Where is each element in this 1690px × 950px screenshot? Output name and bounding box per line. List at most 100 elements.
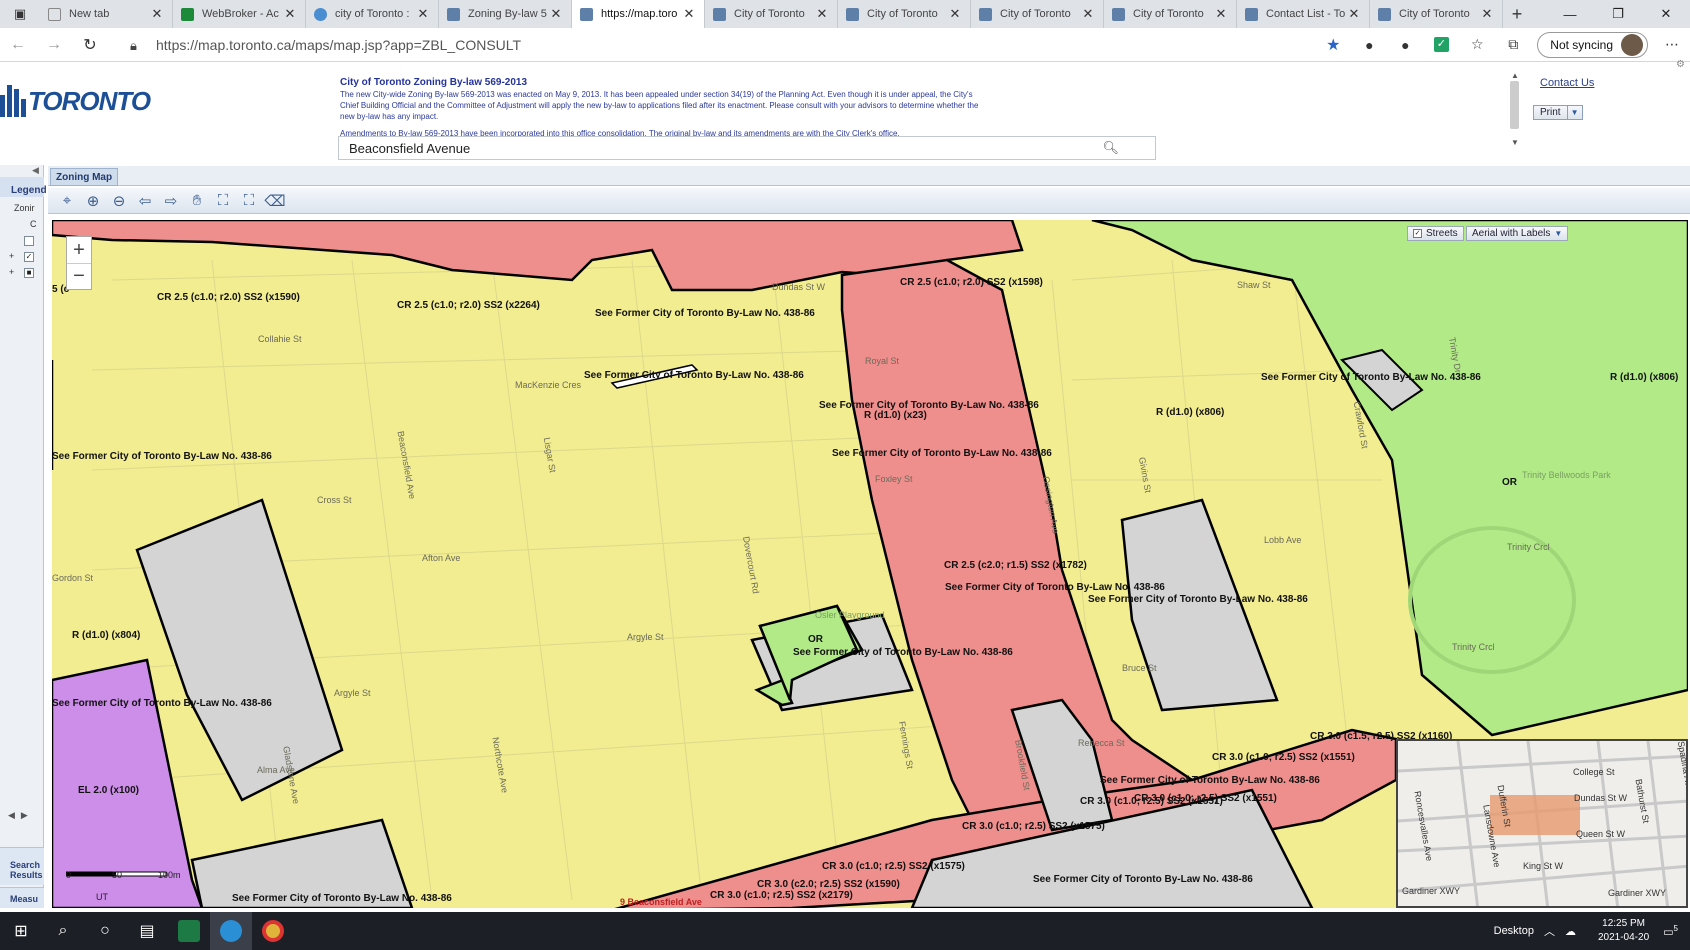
new-tab-button[interactable]: +: [1503, 0, 1531, 28]
notification-icon[interactable]: ▭5: [1663, 924, 1678, 939]
tab-actions-icon[interactable]: ▣: [0, 0, 40, 28]
zoom-full-extent-icon[interactable]: ⌖: [54, 190, 80, 212]
chrome-app-icon[interactable]: [252, 912, 294, 950]
forward-icon[interactable]: →: [36, 30, 72, 60]
expand-icon[interactable]: +: [9, 267, 14, 277]
select-features-icon[interactable]: ⛶: [210, 190, 236, 212]
sidebar-scroll-arrows[interactable]: ◀▶: [8, 810, 34, 821]
overview-map[interactable]: College St Dundas St W Queen St W King S…: [1396, 739, 1688, 908]
zoning-map-canvas[interactable]: 5 (c CR 2.5 (c1.0; r2.0) SS2 (x1590) CR …: [52, 220, 1688, 908]
bylaw-notice: City of Toronto Zoning By-law 569-2013 T…: [340, 77, 980, 139]
legend-tab[interactable]: Legend: [0, 177, 47, 197]
edge-app-icon[interactable]: [210, 912, 252, 950]
minimize-icon[interactable]: —: [1546, 0, 1594, 28]
close-icon[interactable]: ✕: [682, 6, 696, 22]
windows-start-icon[interactable]: ⊞: [0, 912, 42, 950]
search-icon[interactable]: 🔍︎: [1102, 140, 1119, 156]
zone-label: OR: [1502, 477, 1517, 488]
more-menu-icon[interactable]: ⋯: [1654, 31, 1690, 59]
cortana-icon[interactable]: ○: [84, 912, 126, 950]
close-icon[interactable]: ✕: [1347, 6, 1361, 22]
notice-scrollbar[interactable]: ▲ ▼: [1508, 71, 1522, 147]
collapse-sidebar-icon[interactable]: ◀: [32, 165, 39, 176]
restore-icon[interactable]: ❐: [1594, 0, 1642, 28]
browser-tab-city[interactable]: City of Toronto ✕: [971, 0, 1104, 28]
browser-tab-city[interactable]: City of Toronto ✕: [1104, 0, 1237, 28]
onedrive-cloud-icon[interactable]: ☁: [1565, 925, 1576, 938]
browser-tab-search[interactable]: city of Toronto : ✕: [306, 0, 439, 28]
layer-checkbox[interactable]: [24, 236, 34, 246]
toronto-logo[interactable]: TORONTO: [0, 85, 151, 117]
expand-icon[interactable]: +: [9, 251, 14, 261]
zoom-in-icon[interactable]: ⊕: [80, 190, 106, 212]
extension-icon[interactable]: ●: [1387, 31, 1423, 59]
close-icon[interactable]: ✕: [549, 6, 563, 22]
tab-title: New tab: [69, 8, 110, 20]
address-bar[interactable]: 🔒︎ https://map.toronto.ca/maps/map.jsp?a…: [130, 32, 1310, 58]
close-window-icon[interactable]: ✕: [1642, 0, 1690, 28]
browser-tab-city[interactable]: City of Toronto ✕: [838, 0, 971, 28]
aerial-layer-dropdown[interactable]: Aerial with Labels ▼: [1466, 226, 1569, 241]
extension-icon[interactable]: ●: [1351, 31, 1387, 59]
street-label: Dundas St W: [772, 282, 826, 292]
layer-checkbox[interactable]: ✓: [24, 252, 34, 262]
next-extent-icon[interactable]: ⇨: [158, 190, 184, 212]
chevron-down-icon[interactable]: ▼: [1568, 106, 1582, 119]
close-icon[interactable]: ✕: [416, 6, 430, 22]
pan-hand-icon[interactable]: ✋︎: [184, 190, 210, 212]
browser-tab-active-map[interactable]: https://map.toro ✕: [572, 0, 705, 28]
close-icon[interactable]: ✕: [1214, 6, 1228, 22]
search-results-tab[interactable]: Search Results: [0, 847, 44, 885]
address-search-input[interactable]: Beaconsfield Avenue 🔍︎: [338, 136, 1156, 160]
print-button[interactable]: Print ▼: [1533, 105, 1583, 120]
settings-circle-icon[interactable]: ⚙: [1676, 59, 1685, 70]
system-clock[interactable]: 12:25 PM 2021-04-20: [1598, 917, 1649, 945]
search-icon[interactable]: ⌕: [42, 912, 84, 950]
refresh-icon[interactable]: ↻: [72, 30, 108, 60]
favorite-star-icon[interactable]: ★: [1315, 31, 1351, 59]
desktop-toolbar-label[interactable]: Desktop: [1494, 925, 1534, 937]
zoom-in-button[interactable]: +: [67, 237, 91, 263]
street-label: Collahie St: [258, 334, 302, 344]
favorites-icon[interactable]: ☆: [1459, 31, 1495, 59]
eraser-icon[interactable]: ⌫: [262, 190, 288, 212]
tab-title: https://map.toro: [601, 8, 678, 20]
scroll-up-icon[interactable]: ▲: [1508, 71, 1522, 80]
identify-features-icon[interactable]: ⛶: [236, 190, 262, 212]
previous-extent-icon[interactable]: ⇦: [132, 190, 158, 212]
tab-zoning-map[interactable]: Zoning Map: [50, 168, 119, 186]
profile-sync-button[interactable]: Not syncing: [1537, 31, 1648, 58]
browser-tab-zoning[interactable]: Zoning By-law 5 ✕: [439, 0, 572, 28]
close-icon[interactable]: ✕: [815, 6, 829, 22]
browser-tab-city[interactable]: City of Toronto ✕: [1370, 0, 1503, 28]
browser-tab-new-tab[interactable]: New tab ✕: [40, 0, 173, 28]
close-icon[interactable]: ✕: [1480, 6, 1494, 22]
measure-tab[interactable]: Measu: [0, 887, 44, 908]
excel-app-icon[interactable]: [168, 912, 210, 950]
layers-sidebar: ◀ Legend Zonir C ✓ ■ + + ◀▶ Search Resul…: [0, 165, 47, 908]
notice-body: The new City-wide Zoning By-law 569-2013…: [340, 90, 979, 121]
back-icon[interactable]: ←: [0, 30, 36, 60]
scroll-thumb[interactable]: [1510, 81, 1519, 129]
close-icon[interactable]: ✕: [948, 6, 962, 22]
browser-tab-city[interactable]: City of Toronto ✕: [705, 0, 838, 28]
streets-checkbox[interactable]: ✓: [1413, 229, 1422, 238]
close-icon[interactable]: ✕: [283, 6, 297, 22]
zoom-out-icon[interactable]: ⊖: [106, 190, 132, 212]
logo-text: TORONTO: [28, 86, 151, 116]
browser-tab-contact-list[interactable]: Contact List - To ✕: [1237, 0, 1370, 28]
collections-icon[interactable]: ⧉: [1495, 31, 1531, 59]
zoom-out-button[interactable]: −: [67, 263, 91, 289]
chevron-up-icon[interactable]: ︿: [1544, 923, 1555, 939]
extension-check-icon[interactable]: ✓: [1423, 31, 1459, 59]
task-view-icon[interactable]: ▤: [126, 912, 168, 950]
browser-tab-webbroker[interactable]: WebBroker - Ac ✕: [173, 0, 306, 28]
contact-us-link[interactable]: Contact Us: [1540, 77, 1594, 89]
overview-street-label: Gardiner XWY: [1608, 888, 1667, 898]
streets-layer-toggle[interactable]: ✓ Streets: [1407, 226, 1464, 241]
close-icon[interactable]: ✕: [1081, 6, 1095, 22]
close-icon[interactable]: ✕: [150, 6, 164, 22]
layer-checkbox[interactable]: ■: [24, 268, 34, 278]
legend-label: Legend: [11, 185, 47, 196]
scroll-down-icon[interactable]: ▼: [1508, 138, 1522, 147]
